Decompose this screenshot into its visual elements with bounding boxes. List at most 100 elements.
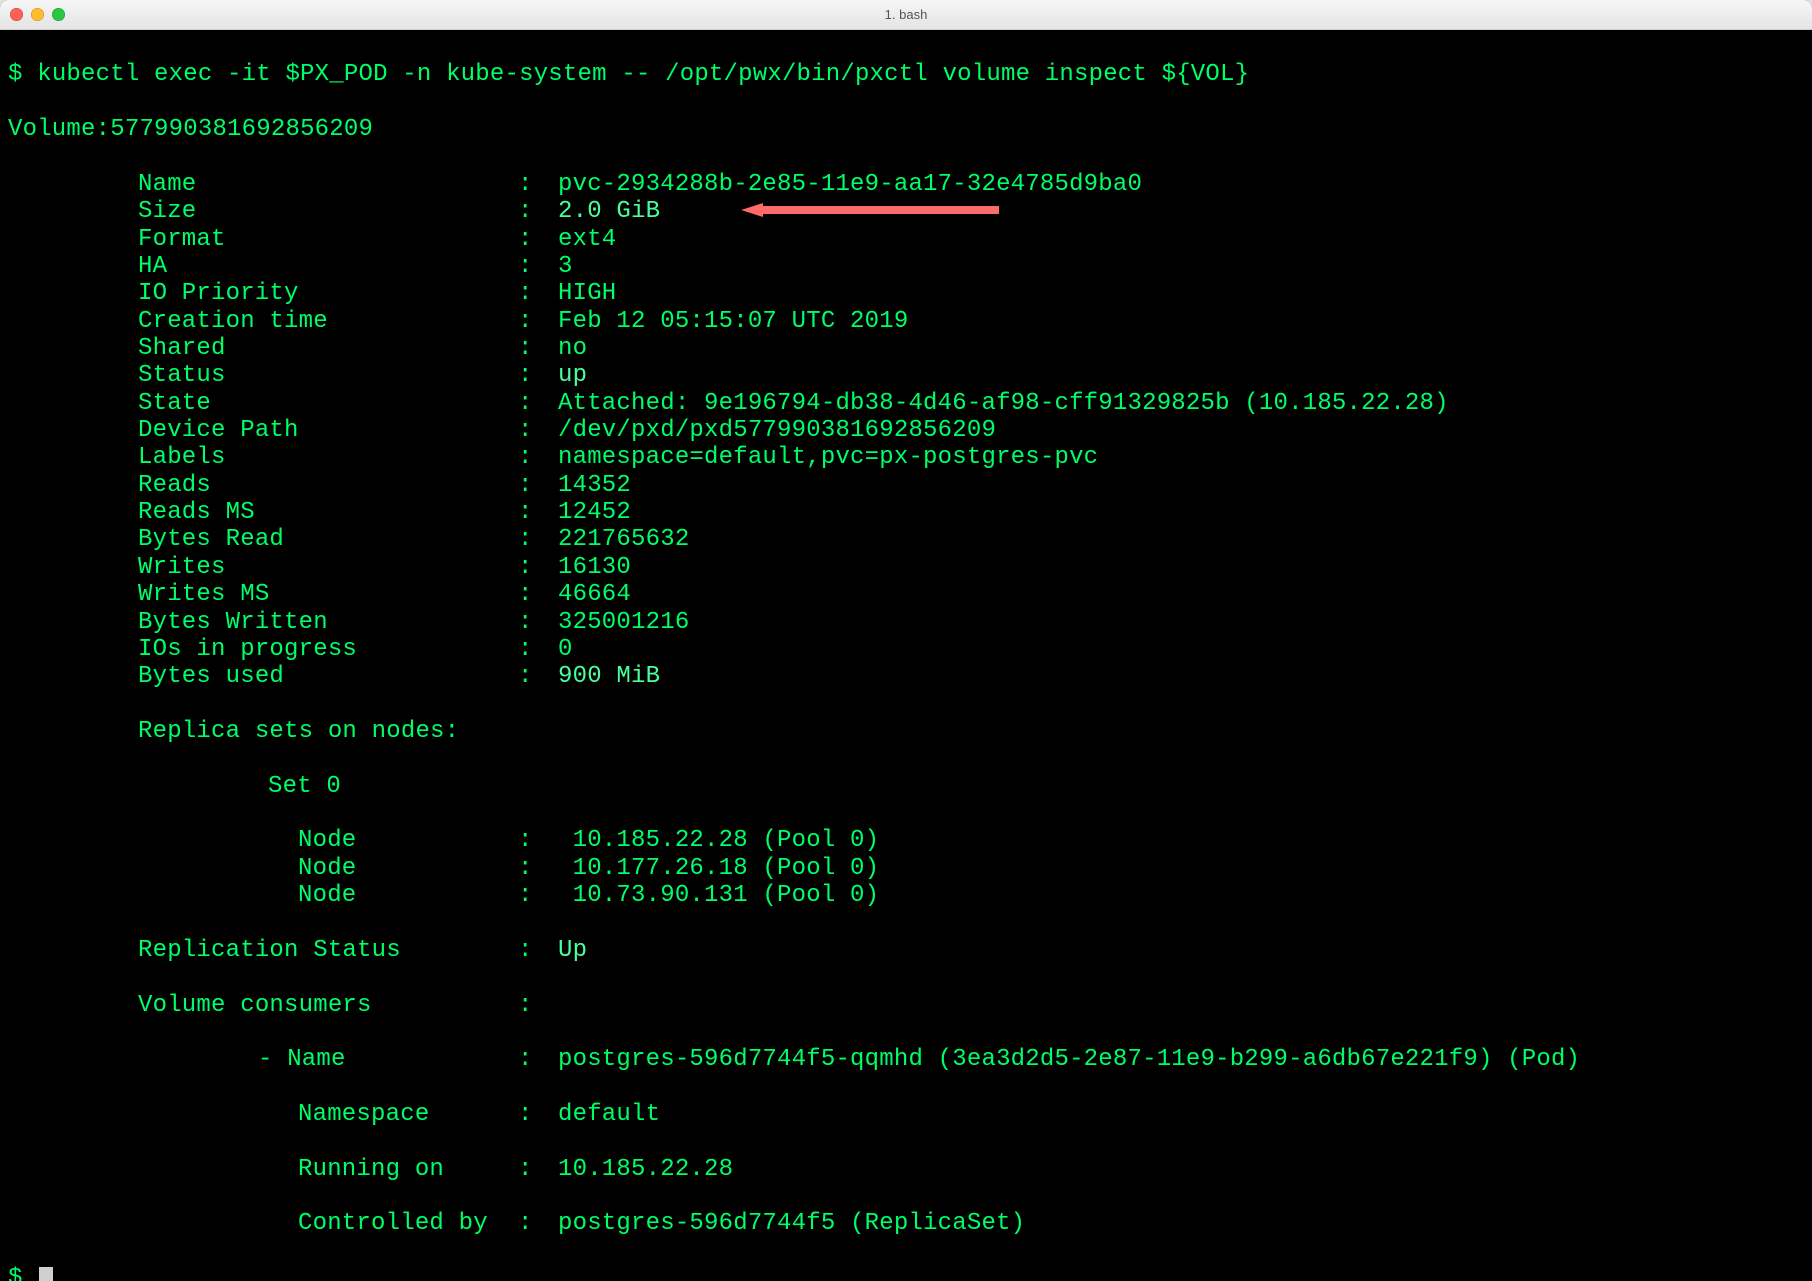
consumer-controlled-value: postgres-596d7744f5 (ReplicaSet): [558, 1210, 1025, 1237]
consumer-running-value: 10.185.22.28: [558, 1156, 733, 1183]
colon: :: [518, 526, 558, 553]
field-value: pvc-2934288b-2e85-11e9-aa17-32e4785d9ba0: [558, 171, 1142, 198]
replica-node-row: Node: 10.185.22.28 (Pool 0): [8, 827, 1804, 854]
field-value: Feb 12 05:15:07 UTC 2019: [558, 308, 908, 335]
node-label: Node: [298, 855, 518, 882]
field-key: Labels: [138, 444, 518, 471]
consumer-running-label: Running on: [298, 1156, 518, 1183]
field-key: Shared: [138, 335, 518, 362]
prompt-symbol: $: [8, 61, 23, 88]
field-value: 12452: [558, 499, 631, 526]
volume-consumers-label: Volume consumers: [138, 992, 518, 1019]
window-title: 1. bash: [0, 7, 1812, 22]
field-row-size: Size:2.0 GiB: [8, 198, 1804, 225]
field-key: Creation time: [138, 308, 518, 335]
colon: :: [518, 280, 558, 307]
command-text: kubectl exec -it $PX_POD -n kube-system …: [37, 61, 1249, 88]
colon: :: [518, 1210, 558, 1237]
field-value: 2.0 GiB: [558, 198, 660, 225]
node-value: 10.185.22.28 (Pool 0): [558, 827, 879, 854]
consumer-controlled-label: Controlled by: [298, 1210, 518, 1237]
consumer-namespace-label: Namespace: [298, 1101, 518, 1128]
colon: :: [518, 581, 558, 608]
colon: :: [518, 1046, 558, 1073]
colon: :: [518, 444, 558, 471]
field-value: 46664: [558, 581, 631, 608]
colon: :: [518, 390, 558, 417]
field-key: State: [138, 390, 518, 417]
node-label: Node: [298, 882, 518, 909]
colon: :: [518, 171, 558, 198]
field-row-bytes-used: Bytes used:900 MiB: [8, 663, 1804, 690]
field-value: 16130: [558, 554, 631, 581]
consumer-name-label: - Name: [258, 1046, 518, 1073]
field-row-reads: Reads:14352: [8, 472, 1804, 499]
colon: :: [518, 198, 558, 225]
colon: :: [96, 116, 111, 143]
field-key: Device Path: [138, 417, 518, 444]
replica-node-row: Node: 10.73.90.131 (Pool 0): [8, 882, 1804, 909]
field-row-state: State:Attached: 9e196794-db38-4d46-af98-…: [8, 390, 1804, 417]
field-value: HIGH: [558, 280, 616, 307]
field-value: up: [558, 362, 587, 389]
consumer-running-row: Running on:10.185.22.28: [8, 1156, 1804, 1183]
terminal-window: 1. bash $ kubectl exec -it $PX_POD -n ku…: [0, 0, 1812, 1281]
annotation-arrow-icon: [741, 148, 1001, 162]
consumer-namespace-value: default: [558, 1101, 660, 1128]
field-value: 3: [558, 253, 573, 280]
field-row-ios-in-progress: IOs in progress:0: [8, 636, 1804, 663]
field-row-reads-ms: Reads MS:12452: [8, 499, 1804, 526]
field-key: Name: [138, 171, 518, 198]
field-value: 0: [558, 636, 573, 663]
field-key: Writes: [138, 554, 518, 581]
field-value: 900 MiB: [558, 663, 660, 690]
replica-sets-label: Replica sets on nodes:: [8, 718, 1804, 745]
colon: :: [518, 855, 558, 882]
field-key: Bytes Written: [138, 609, 518, 636]
field-row-creation-time: Creation time:Feb 12 05:15:07 UTC 2019: [8, 308, 1804, 335]
node-label: Node: [298, 827, 518, 854]
field-value: Attached: 9e196794-db38-4d46-af98-cff913…: [558, 390, 1449, 417]
cursor: [39, 1267, 53, 1281]
volume-label: Volume: [8, 116, 96, 143]
field-row-device-path: Device Path:/dev/pxd/pxd5779903816928562…: [8, 417, 1804, 444]
colon: :: [518, 308, 558, 335]
field-row-writes-ms: Writes MS:46664: [8, 581, 1804, 608]
field-key: Writes MS: [138, 581, 518, 608]
field-key: Reads MS: [138, 499, 518, 526]
titlebar: 1. bash: [0, 0, 1812, 30]
field-value: no: [558, 335, 587, 362]
volume-id: 577990381692856209: [110, 116, 373, 143]
colon: :: [518, 636, 558, 663]
field-value: 221765632: [558, 526, 689, 553]
terminal-output[interactable]: $ kubectl exec -it $PX_POD -n kube-syste…: [0, 30, 1812, 1281]
colon: :: [518, 827, 558, 854]
field-row-bytes-read: Bytes Read:221765632: [8, 526, 1804, 553]
volume-header: Volume : 577990381692856209: [8, 116, 1804, 143]
colon: :: [518, 937, 558, 964]
field-value: /dev/pxd/pxd577990381692856209: [558, 417, 996, 444]
field-row-bytes-written: Bytes Written:325001216: [8, 609, 1804, 636]
field-key: Format: [138, 226, 518, 253]
field-value: namespace=default,pvc=px-postgres-pvc: [558, 444, 1098, 471]
field-key: Bytes Read: [138, 526, 518, 553]
field-key: IOs in progress: [138, 636, 518, 663]
field-key: Reads: [138, 472, 518, 499]
replica-node-row: Node: 10.177.26.18 (Pool 0): [8, 855, 1804, 882]
colon: :: [518, 609, 558, 636]
field-key: Bytes used: [138, 663, 518, 690]
field-row-status: Status:up: [8, 362, 1804, 389]
colon: :: [518, 362, 558, 389]
colon: :: [518, 335, 558, 362]
colon: :: [518, 554, 558, 581]
consumer-controlled-row: Controlled by:postgres-596d7744f5 (Repli…: [8, 1210, 1804, 1237]
colon: :: [518, 1156, 558, 1183]
prompt-line: $: [8, 1265, 1804, 1281]
colon: :: [518, 472, 558, 499]
node-value: 10.73.90.131 (Pool 0): [558, 882, 879, 909]
prompt-symbol: $: [8, 1265, 23, 1281]
colon: :: [518, 663, 558, 690]
replication-status-row: Replication Status: Up: [8, 937, 1804, 964]
colon: :: [518, 992, 558, 1019]
node-value: 10.177.26.18 (Pool 0): [558, 855, 879, 882]
